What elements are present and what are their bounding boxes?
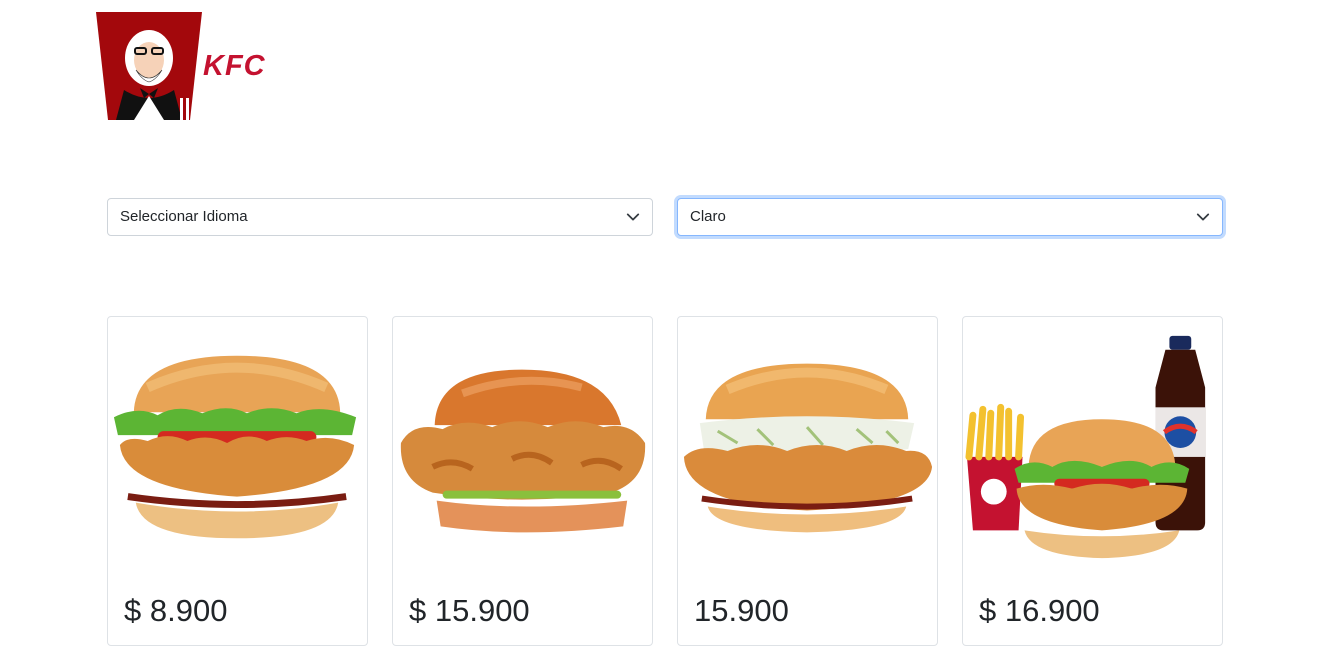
kfc-logo[interactable]: KFC bbox=[96, 8, 296, 120]
combo-sandwich-fries-soda-icon bbox=[965, 335, 1206, 559]
theme-select-value: Claro bbox=[690, 208, 726, 225]
language-select-value: Seleccionar Idioma bbox=[120, 208, 248, 225]
product-price: $ 15.900 bbox=[409, 593, 530, 628]
product-card[interactable]: $ 8.900 bbox=[107, 316, 368, 646]
language-select[interactable]: Seleccionar Idioma bbox=[107, 198, 653, 236]
chicken-sandwich-lettuce-tomato-icon bbox=[113, 355, 357, 539]
chevron-down-icon bbox=[626, 213, 640, 221]
theme-select[interactable]: Claro bbox=[677, 198, 1223, 236]
product-card[interactable]: $ 15.900 bbox=[392, 316, 653, 646]
chevron-down-icon bbox=[1196, 213, 1210, 221]
product-price: 15.900 bbox=[694, 593, 789, 628]
colonel-logo-icon bbox=[96, 12, 202, 120]
crispy-chicken-sandwich-pickles-icon bbox=[400, 369, 646, 533]
chicken-sandwich-coleslaw-icon bbox=[683, 363, 933, 533]
product-card[interactable]: $ 16.900 bbox=[962, 316, 1223, 646]
brand-name: KFC bbox=[203, 50, 266, 82]
product-price: $ 16.900 bbox=[979, 593, 1100, 628]
product-card[interactable]: 15.900 bbox=[677, 316, 938, 646]
product-price: $ 8.900 bbox=[124, 593, 228, 628]
